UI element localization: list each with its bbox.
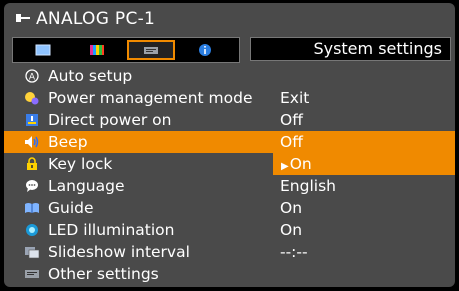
menu-item-label: Other settings xyxy=(48,265,159,283)
menu-item-value: Off xyxy=(280,111,303,129)
menu-item-beep[interactable]: Beep Off xyxy=(4,131,455,153)
info-icon xyxy=(199,44,211,56)
settings-menu: A Auto setup Power management mode Exit … xyxy=(4,65,455,285)
menu-item-value: Off xyxy=(280,133,303,151)
color-bars-icon xyxy=(90,45,104,55)
input-source-icon xyxy=(16,13,32,25)
window-title: ANALOG PC-1 xyxy=(36,9,156,29)
speech-bubble-icon xyxy=(22,178,42,194)
menu-item-label: Power management mode xyxy=(48,89,253,107)
menu-item-label: Slideshow interval xyxy=(48,243,190,261)
direct-power-icon xyxy=(22,112,42,128)
menu-tab-bar xyxy=(12,37,240,63)
menu-item-value: On xyxy=(289,155,312,173)
speaker-icon xyxy=(22,134,42,150)
slideshow-icon xyxy=(22,244,42,260)
menu-item-value: --:-- xyxy=(280,243,308,261)
menu-item-value: On xyxy=(280,221,303,239)
menu-item-label: LED illumination xyxy=(48,221,175,239)
menu-item-led-illumination[interactable]: LED illumination On xyxy=(4,219,455,241)
book-icon xyxy=(22,200,42,216)
triangle-right-icon: ▶ xyxy=(281,161,289,172)
menu-item-power-management[interactable]: Power management mode Exit xyxy=(4,87,455,109)
menu-item-slideshow-interval[interactable]: Slideshow interval --:-- xyxy=(4,241,455,263)
menu-item-label: Auto setup xyxy=(48,67,133,85)
tab-system-settings[interactable] xyxy=(127,40,175,60)
menu-item-auto-setup[interactable]: A Auto setup xyxy=(4,65,455,87)
menu-item-guide[interactable]: Guide On xyxy=(4,197,455,219)
other-settings-icon xyxy=(22,266,42,282)
menu-item-other-settings[interactable]: Other settings xyxy=(4,263,455,285)
svg-text:A: A xyxy=(29,73,36,83)
tab-color[interactable] xyxy=(73,40,121,60)
a-circle-icon: A xyxy=(22,68,42,84)
tab-information[interactable] xyxy=(181,40,229,60)
settings-card-icon xyxy=(144,47,158,54)
tab-screen[interactable] xyxy=(19,40,67,60)
menu-item-label: Guide xyxy=(48,199,94,217)
title-bar: ANALOG PC-1 xyxy=(4,3,455,35)
menu-item-value: On xyxy=(280,199,303,217)
menu-item-label: Language xyxy=(48,177,125,195)
menu-item-language[interactable]: Language English xyxy=(4,175,455,197)
menu-item-label: Direct power on xyxy=(48,111,172,129)
screen-icon xyxy=(35,44,51,56)
led-icon xyxy=(22,222,42,238)
menu-item-value: English xyxy=(280,177,336,195)
power-mode-icon xyxy=(22,90,42,106)
menu-item-direct-power-on[interactable]: Direct power on Off xyxy=(4,109,455,131)
osd-menu-window: ANALOG PC-1 System settings A Auto setup xyxy=(4,3,455,287)
tab-heading: System settings xyxy=(250,37,451,61)
key-lock-value-selector[interactable]: ▶On xyxy=(273,153,455,175)
menu-item-value: Exit xyxy=(280,89,310,107)
menu-item-key-lock[interactable]: Key lock ▶On xyxy=(4,153,455,175)
lock-icon xyxy=(22,156,42,172)
menu-item-label: Beep xyxy=(48,133,88,151)
menu-item-label: Key lock xyxy=(48,155,113,173)
